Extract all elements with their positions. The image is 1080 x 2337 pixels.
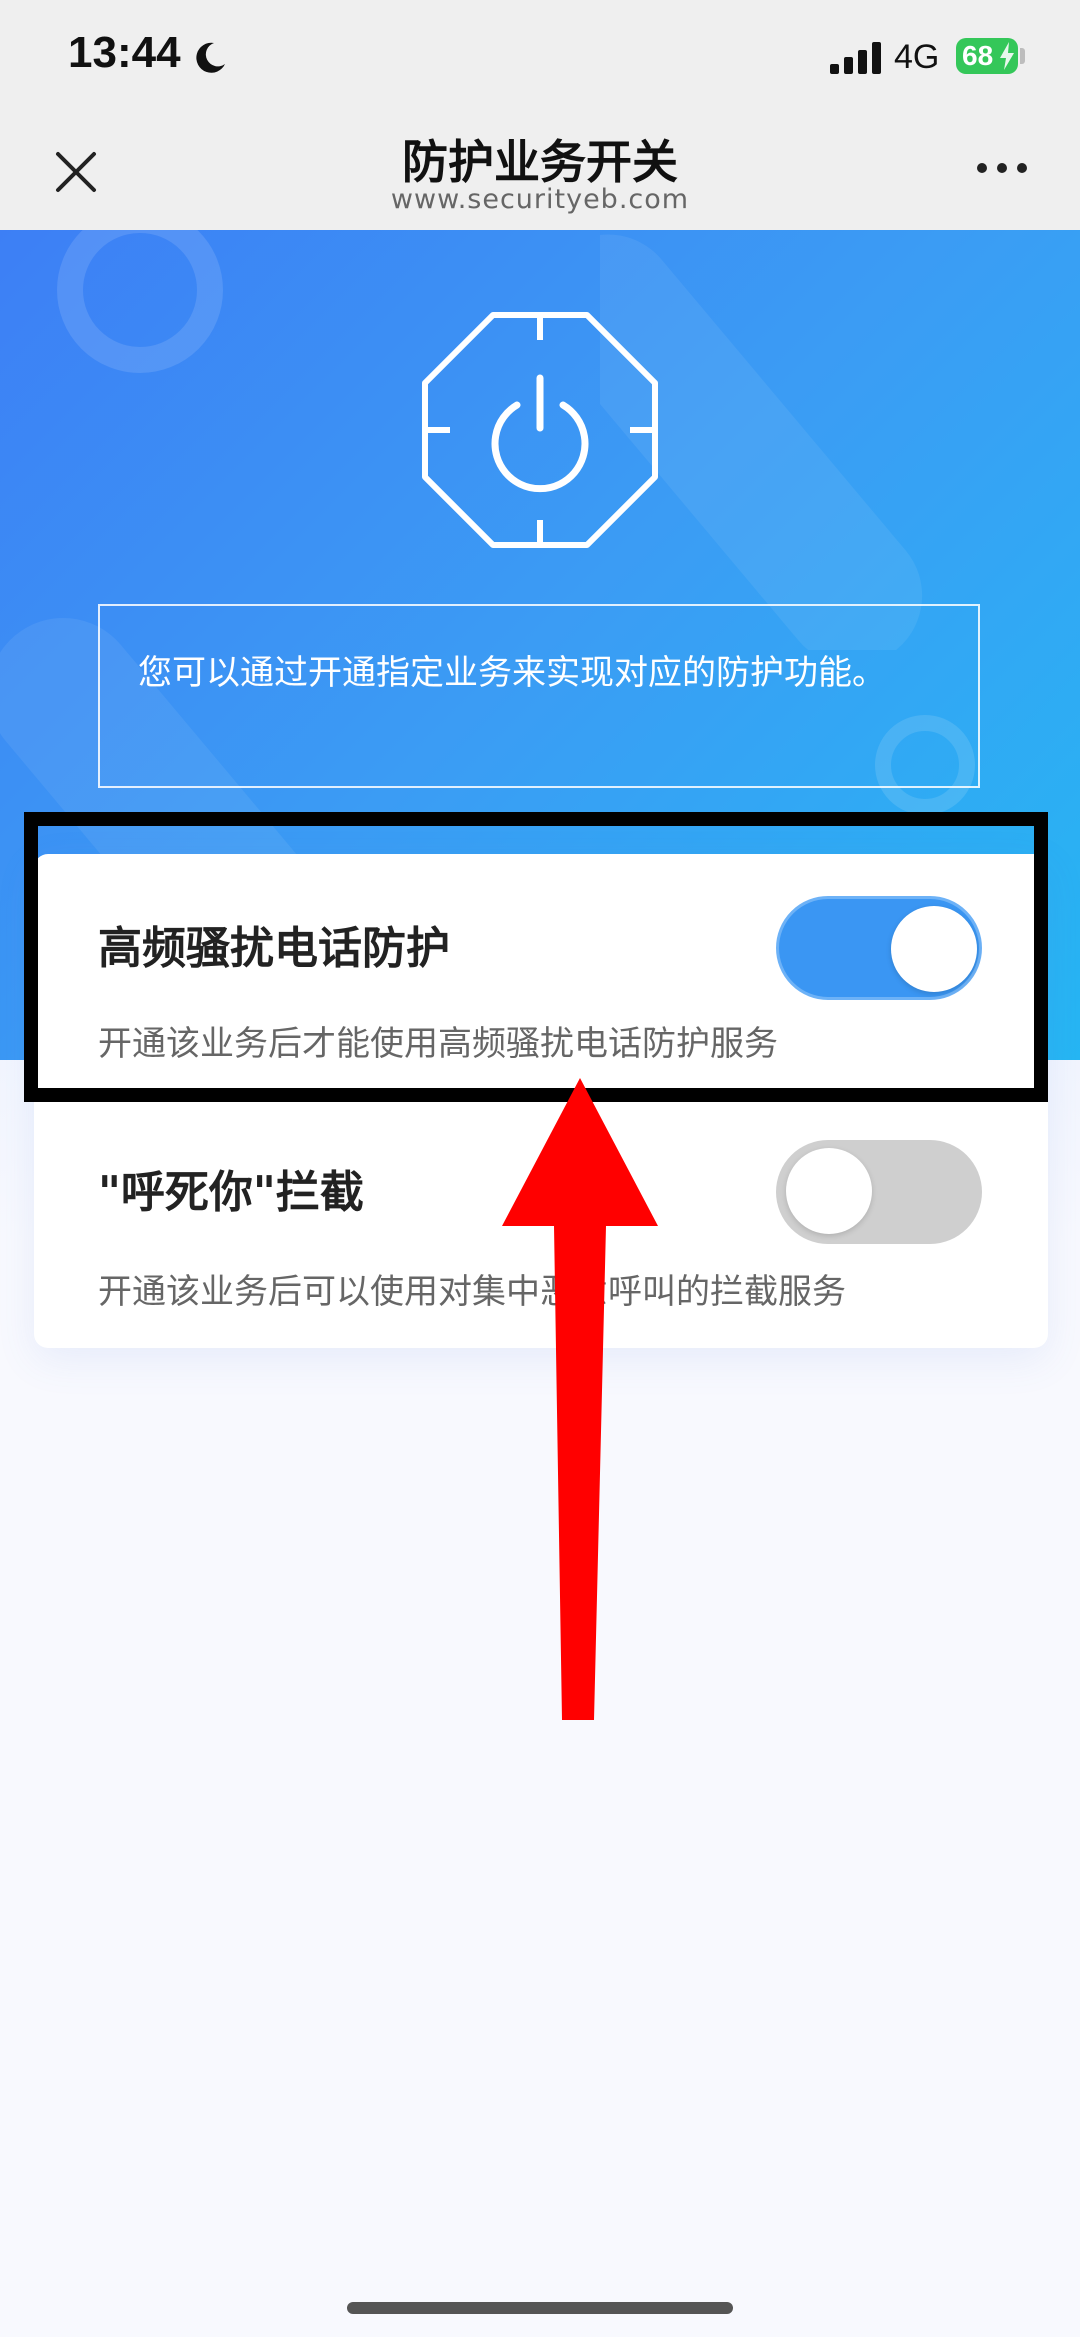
battery-bolt-icon — [1000, 42, 1014, 70]
service-title: "呼死你"拦截 — [98, 1167, 364, 1218]
decor-ring-icon — [57, 230, 223, 373]
nav-bar: 防护业务开关 www.securityeb.com — [0, 122, 1080, 230]
signal-icon — [830, 42, 881, 74]
home-indicator — [347, 2302, 733, 2314]
status-time: 13:44 — [68, 28, 181, 77]
network-label: 4G — [894, 38, 940, 76]
info-text: 您可以通过开通指定业务来实现对应的防护功能。 — [138, 653, 886, 693]
page-title: 防护业务开关 — [402, 135, 678, 189]
service-description: 开通该业务后可以使用对集中恶意呼叫的拦截服务 — [98, 1272, 846, 1312]
power-badge-icon — [422, 312, 658, 548]
status-bar: 13:44 4G 68 — [0, 0, 1080, 122]
battery-indicator: 68 — [956, 38, 1018, 74]
service-toggle-call-bomb-block[interactable] — [776, 1140, 982, 1244]
more-options-icon[interactable] — [972, 158, 1032, 178]
page-url: www.securityeb.com — [390, 184, 690, 215]
decor-stripe-icon — [600, 234, 923, 650]
toggle-knob — [786, 1148, 872, 1234]
battery-level: 68 — [962, 40, 994, 71]
info-box: 您可以通过开通指定业务来实现对应的防护功能。 — [98, 604, 980, 788]
moon-icon — [196, 42, 225, 73]
annotation-arrow-icon — [502, 1078, 658, 1720]
battery-cap — [1020, 48, 1025, 64]
annotation-highlight-box — [24, 812, 1048, 1102]
